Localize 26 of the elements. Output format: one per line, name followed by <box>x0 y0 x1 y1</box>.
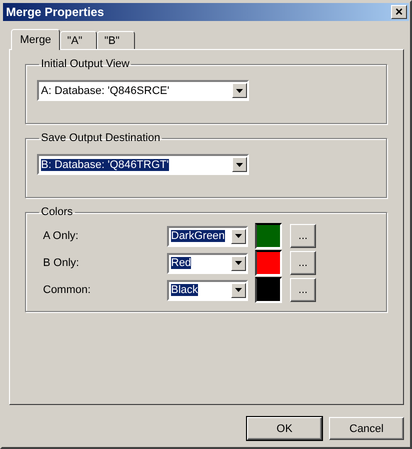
dropdown-value: DarkGreen <box>171 230 225 242</box>
color-label: A Only: <box>42 230 80 242</box>
color-dropdown[interactable]: DarkGreen <box>167 226 248 246</box>
browse-button[interactable]: ... <box>290 278 316 302</box>
tab[interactable]: "B" <box>97 31 134 49</box>
color-dropdown[interactable]: Red <box>167 252 248 274</box>
window-title: Merge Properties <box>6 5 104 19</box>
color-label: B Only: <box>42 257 80 269</box>
dropdown-value: A: Database: 'Q846SRCE' <box>41 84 170 96</box>
close-button[interactable]: × <box>391 5 407 19</box>
dropdown[interactable]: A: Database: 'Q846SRCE' <box>37 80 249 101</box>
tab[interactable]: Merge <box>11 29 60 50</box>
color-dropdown[interactable]: Black <box>167 280 248 300</box>
dropdown-value: Black <box>171 284 198 296</box>
group-title: Colors <box>40 206 74 218</box>
browse-button[interactable]: ... <box>290 224 316 248</box>
tab[interactable]: "A" <box>60 31 98 49</box>
group-title: Initial Output View <box>40 58 130 70</box>
dropdown-value: B: Database: 'Q846TRGT' <box>41 158 169 170</box>
color-label: Common: <box>42 284 92 296</box>
dialog-button[interactable]: OK <box>247 417 322 440</box>
browse-button[interactable]: ... <box>290 251 316 275</box>
group-title: Save Output Destination <box>40 132 162 144</box>
dialog-button[interactable]: Cancel <box>329 417 404 440</box>
dropdown[interactable]: B: Database: 'Q846TRGT' <box>37 154 249 175</box>
dropdown-value: Red <box>171 257 192 269</box>
